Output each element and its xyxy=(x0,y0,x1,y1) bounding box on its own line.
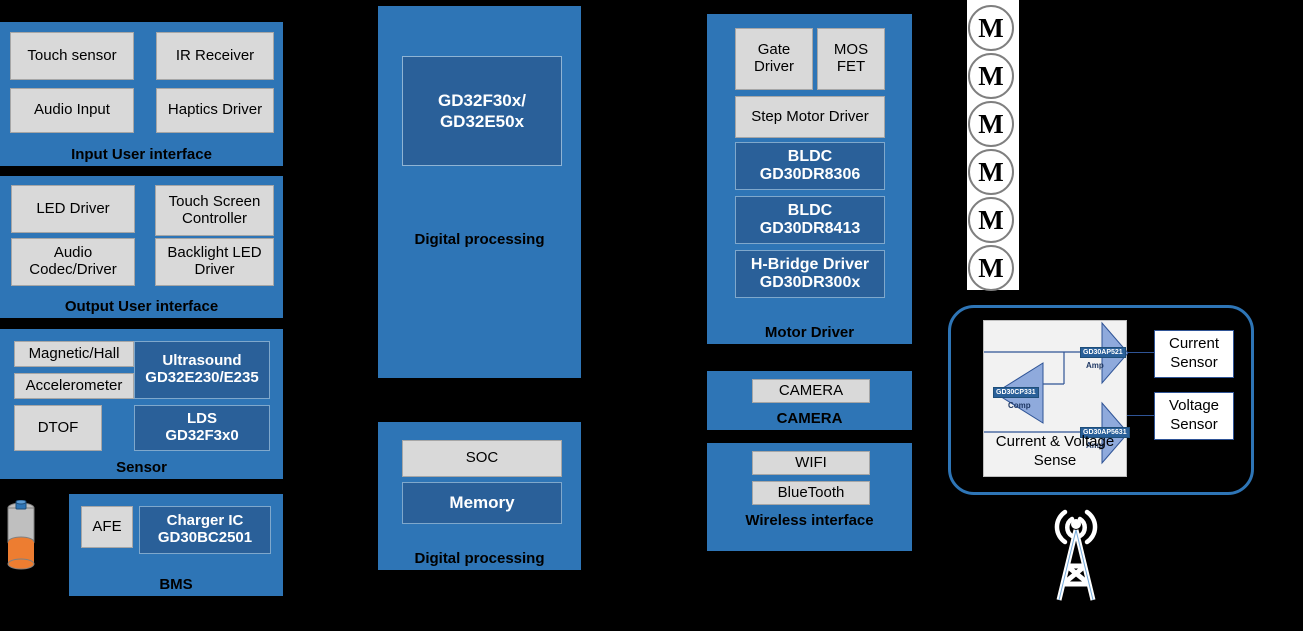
sense-caption: Current & Voltage Sense xyxy=(984,433,1126,471)
sense-caption-line2: Sense xyxy=(1033,451,1077,469)
chip-audio-codec-driver[interactable]: Audio Codec/Driver xyxy=(11,238,135,286)
chip-ir-receiver[interactable]: IR Receiver xyxy=(156,32,274,80)
panel-title-input-user-interface: Input User interface xyxy=(71,145,212,163)
panel-title-motor-driver: Motor Driver xyxy=(764,323,855,341)
chip-memory[interactable]: Memory xyxy=(402,482,562,524)
comparator-tag: GD30CP331 xyxy=(993,387,1039,398)
chip-lds-line2: GD32F3x0 xyxy=(165,427,239,444)
panel-title-digital-processing-main: Digital processing xyxy=(414,231,545,248)
panel-sensor: Magnetic/Hall Accelerometer DTOF Ultraso… xyxy=(0,329,283,479)
chip-step-motor-driver[interactable]: Step Motor Driver xyxy=(735,96,885,138)
panel-title-wireless-interface: Wireless interface xyxy=(745,511,874,529)
chip-bldc-gd30dr8413[interactable]: BLDC GD30DR8413 xyxy=(735,196,885,244)
panel-digital-processing-soc: SOC Memory Digital processing xyxy=(378,422,581,570)
chip-hbridge-line1: H-Bridge Driver xyxy=(750,256,870,274)
box-current-sensor[interactable]: Current Sensor xyxy=(1154,330,1234,378)
panel-title-camera: CAMERA xyxy=(776,409,843,427)
sense-schematic-panel: GD30AP521 Amp GD30AP5631 Amp GD30CP331 C… xyxy=(983,320,1130,477)
panel-bms: AFE Charger IC GD30BC2501 BMS xyxy=(69,494,283,596)
chip-accelerometer[interactable]: Accelerometer xyxy=(14,373,134,399)
panel-title-bms: BMS xyxy=(159,575,193,593)
chip-hbridge-line2: GD30DR300x xyxy=(759,274,861,291)
panel-input-user-interface: Touch sensor IR Receiver Audio Input Hap… xyxy=(0,22,283,166)
chip-wifi[interactable]: WIFI xyxy=(752,451,870,475)
amp-sub-top: Amp xyxy=(1086,361,1104,370)
motor-icon: M xyxy=(968,197,1014,243)
chip-ultrasound[interactable]: Ultrasound GD32E230/E235 xyxy=(134,341,270,399)
panel-title-digital-processing-soc: Digital processing xyxy=(414,549,545,567)
chip-charger-ic-line2: GD30BC2501 xyxy=(157,529,253,546)
voltage-sensor-line1: Voltage xyxy=(1168,397,1220,415)
chip-led-driver[interactable]: LED Driver xyxy=(11,185,135,233)
battery-cell-icon xyxy=(6,499,36,574)
motor-icon: M xyxy=(968,5,1014,51)
chip-backlight-led-driver[interactable]: Backlight LED Driver xyxy=(155,238,274,286)
chip-touch-sensor[interactable]: Touch sensor xyxy=(10,32,134,80)
chip-soc[interactable]: SOC xyxy=(402,440,562,477)
chip-bldc2-line1: BLDC xyxy=(787,202,833,220)
motor-icon: M xyxy=(968,245,1014,291)
chip-bluetooth[interactable]: BlueTooth xyxy=(752,481,870,505)
current-sensor-line2: Sensor xyxy=(1170,354,1218,371)
chip-ultrasound-line1: Ultrasound xyxy=(162,352,242,370)
motor-icon: M xyxy=(968,53,1014,99)
box-voltage-sensor[interactable]: Voltage Sensor xyxy=(1154,392,1234,440)
panel-output-user-interface: LED Driver Touch Screen Controller Audio… xyxy=(0,176,283,318)
chip-lds-line1: LDS xyxy=(187,410,217,428)
chip-main-mcu-line2: GD32E50x xyxy=(439,112,525,131)
panel-wireless-interface: WIFI BlueTooth Wireless interface xyxy=(707,443,912,551)
chip-gate-driver[interactable]: Gate Driver xyxy=(735,28,813,90)
chip-touch-screen-controller[interactable]: Touch Screen Controller xyxy=(155,185,274,236)
panel-title-output-user-interface: Output User interface xyxy=(64,297,219,315)
chip-bldc2-line2: GD30DR8413 xyxy=(759,220,861,237)
chip-magnetic-hall[interactable]: Magnetic/Hall xyxy=(14,341,134,367)
wire-current-sensor xyxy=(1127,352,1154,353)
panel-motor-driver: Gate Driver MOS FET Step Motor Driver BL… xyxy=(707,14,912,344)
chip-bldc-gd30dr8306[interactable]: BLDC GD30DR8306 xyxy=(735,142,885,190)
panel-digital-processing-main: GD32F30x/ GD32E50x Digital processing xyxy=(378,6,581,378)
chip-h-bridge-driver[interactable]: H-Bridge Driver GD30DR300x xyxy=(735,250,885,298)
chip-camera[interactable]: CAMERA xyxy=(752,379,870,403)
panel-title-sensor: Sensor xyxy=(116,458,167,476)
panel-camera: CAMERA CAMERA xyxy=(707,371,912,430)
chip-mos-fet[interactable]: MOS FET xyxy=(817,28,885,90)
chip-dtof[interactable]: DTOF xyxy=(14,405,102,451)
current-sensor-line1: Current xyxy=(1168,335,1220,353)
chip-ultrasound-line2: GD32E230/E235 xyxy=(145,369,259,386)
chip-gd32f30x-gd32e50x[interactable]: GD32F30x/ GD32E50x xyxy=(402,56,562,166)
voltage-sensor-line2: Sensor xyxy=(1170,416,1218,433)
chip-charger-ic-line1: Charger IC xyxy=(166,512,244,530)
motor-icon: M xyxy=(968,149,1014,195)
comparator-sub: Comp xyxy=(1008,401,1031,410)
chip-audio-input[interactable]: Audio Input xyxy=(10,88,134,133)
motor-icon: M xyxy=(968,101,1014,147)
chip-afe[interactable]: AFE xyxy=(81,506,133,548)
chip-bldc1-line2: GD30DR8306 xyxy=(759,166,861,183)
antenna-tower-icon xyxy=(1041,500,1111,610)
amp-tag-top: GD30AP521 xyxy=(1080,347,1126,358)
chip-charger-ic[interactable]: Charger IC GD30BC2501 xyxy=(139,506,271,554)
chip-bldc1-line1: BLDC xyxy=(787,148,833,166)
wire-voltage-sensor xyxy=(1127,415,1154,416)
chip-main-mcu-line1: GD32F30x/ xyxy=(438,90,526,110)
sense-caption-line1: Current & Voltage xyxy=(995,433,1115,450)
chip-lds[interactable]: LDS GD32F3x0 xyxy=(134,405,270,451)
chip-haptics-driver[interactable]: Haptics Driver xyxy=(156,88,274,133)
